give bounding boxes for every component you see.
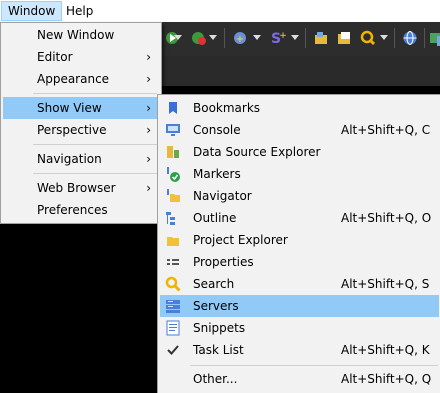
- menu-item-label: Show View: [37, 101, 102, 115]
- search-dropdown-icon[interactable]: [380, 35, 388, 40]
- menu-item-navigation[interactable]: Navigation ›: [3, 148, 159, 170]
- folder-icon: [167, 189, 180, 202]
- toolbar-divider: [424, 28, 425, 48]
- properties-icon: [167, 259, 179, 265]
- bookmark-icon: [169, 102, 177, 114]
- view-item-label: Data Source Explorer: [193, 145, 321, 159]
- menu-separator: [190, 365, 438, 366]
- menu-separator: [33, 93, 157, 94]
- debug-dropdown-icon[interactable]: [209, 35, 217, 40]
- menu-item-label: New Window: [37, 28, 115, 42]
- svg-text:+: +: [279, 31, 286, 41]
- menu-help[interactable]: Help: [60, 1, 99, 21]
- menu-item-label: Web Browser: [37, 181, 116, 195]
- globe-icon[interactable]: [402, 30, 418, 46]
- new-package-dropdown-icon[interactable]: [253, 35, 261, 40]
- submenu-arrow-icon: ›: [146, 101, 151, 115]
- new-class-icon[interactable]: S+: [270, 30, 286, 46]
- view-item-snippets[interactable]: Snippets: [160, 317, 439, 339]
- menu-item-new-window[interactable]: New Window: [3, 24, 159, 46]
- search-toolbar-icon[interactable]: [360, 30, 376, 46]
- view-item-label: Other...: [193, 372, 238, 386]
- view-item-shortcut: Alt+Shift+Q, S: [341, 277, 430, 291]
- menu-separator: [33, 173, 157, 174]
- menu-item-label: Navigation: [37, 152, 102, 166]
- menu-window[interactable]: Window: [1, 1, 63, 21]
- outline-icon: [166, 212, 175, 225]
- submenu-arrow-icon: ›: [146, 72, 151, 86]
- toolbar-divider: [224, 28, 225, 48]
- menu-item-label: Perspective: [37, 123, 107, 137]
- open-task-icon[interactable]: [336, 30, 352, 46]
- menu-item-show-view[interactable]: Show View ›: [3, 97, 159, 119]
- view-item-shortcut: Alt+Shift+Q, Q: [341, 372, 432, 386]
- submenu-arrow-icon: ›: [146, 123, 151, 137]
- servers-icon: [166, 300, 180, 313]
- menu-item-preferences[interactable]: Preferences: [3, 199, 159, 221]
- show-view-submenu: Bookmarks Console Alt+Shift+Q, C Data So…: [157, 94, 440, 393]
- menu-bar: Window Help: [0, 0, 440, 22]
- debug-run-icon[interactable]: [191, 30, 207, 46]
- view-item-label: Outline: [193, 211, 237, 225]
- view-item-shortcut: Alt+Shift+Q, C: [341, 123, 431, 137]
- submenu-arrow-icon: ›: [146, 50, 151, 64]
- run-dropdown-icon[interactable]: [174, 35, 182, 40]
- view-item-label: Task List: [193, 343, 244, 357]
- data-source-icon: [167, 146, 179, 158]
- menu-item-appearance[interactable]: Appearance ›: [3, 68, 159, 90]
- menu-item-web-browser[interactable]: Web Browser ›: [3, 177, 159, 199]
- menu-item-label: Editor: [37, 50, 73, 64]
- view-item-task-list[interactable]: Task List Alt+Shift+Q, K: [160, 339, 439, 361]
- submenu-arrow-icon: ›: [146, 181, 151, 195]
- view-item-properties[interactable]: Properties: [160, 251, 439, 273]
- menu-item-perspective[interactable]: Perspective ›: [3, 119, 159, 141]
- folder-icon: [167, 237, 179, 246]
- view-item-shortcut: Alt+Shift+Q, O: [341, 211, 432, 225]
- view-item-shortcut: Alt+Shift+Q, K: [341, 343, 430, 357]
- view-item-label: Snippets: [193, 321, 246, 335]
- menu-item-label: Preferences: [37, 203, 108, 217]
- view-item-label: Navigator: [193, 189, 252, 203]
- view-item-label: Properties: [193, 255, 254, 269]
- view-item-data-source-explorer[interactable]: Data Source Explorer: [160, 141, 439, 163]
- window-menu: New Window Editor › Appearance › Show View…: [0, 22, 162, 224]
- view-item-navigator[interactable]: Navigator: [160, 185, 439, 207]
- check-icon: [167, 345, 179, 355]
- view-item-bookmarks[interactable]: Bookmarks: [160, 97, 439, 119]
- new-class-dropdown-icon[interactable]: [291, 35, 299, 40]
- submenu-arrow-icon: ›: [146, 152, 151, 166]
- view-item-label: Console: [193, 123, 241, 137]
- java-ee-icon[interactable]: [429, 30, 440, 46]
- new-package-icon[interactable]: +: [232, 30, 248, 46]
- svg-text:+: +: [236, 34, 244, 45]
- toolbar-divider: [394, 28, 395, 48]
- menu-item-editor[interactable]: Editor ›: [3, 46, 159, 68]
- markers-icon: [167, 167, 180, 182]
- view-item-other[interactable]: Other... Alt+Shift+Q, Q: [160, 368, 439, 390]
- view-item-servers[interactable]: Servers: [160, 295, 439, 317]
- view-item-label: Search: [193, 277, 235, 291]
- toolbar-divider: [305, 28, 306, 48]
- view-item-outline[interactable]: Outline Alt+Shift+Q, O: [160, 207, 439, 229]
- view-item-project-explorer[interactable]: Project Explorer: [160, 229, 439, 251]
- console-icon: [166, 124, 180, 136]
- view-item-label: Project Explorer: [193, 233, 288, 247]
- menu-separator: [33, 144, 157, 145]
- menu-item-label: Appearance: [37, 72, 110, 86]
- view-item-label: Bookmarks: [193, 101, 261, 115]
- view-item-label: Servers: [193, 299, 239, 313]
- view-item-markers[interactable]: Markers: [160, 163, 439, 185]
- view-item-search[interactable]: Search Alt+Shift+Q, S: [160, 273, 439, 295]
- view-item-console[interactable]: Console Alt+Shift+Q, C: [160, 119, 439, 141]
- open-type-icon[interactable]: [313, 30, 329, 46]
- view-item-label: Markers: [193, 167, 241, 181]
- search-icon: [165, 276, 181, 292]
- snippets-icon: [166, 320, 180, 336]
